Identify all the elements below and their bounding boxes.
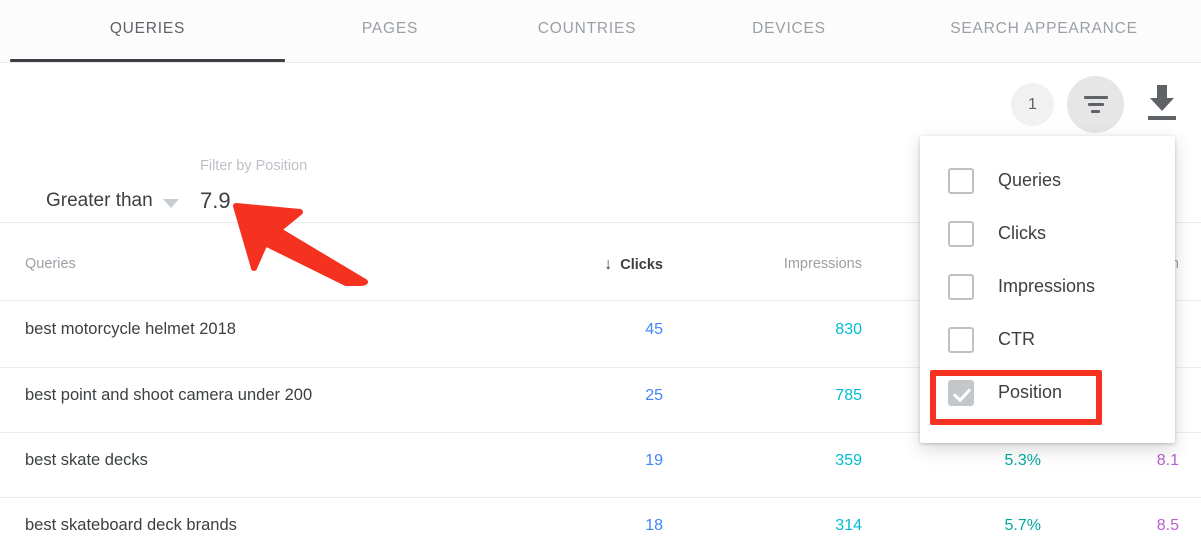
- tab-pages[interactable]: PAGES: [295, 0, 485, 62]
- active-filter-count-value: 1: [1028, 95, 1037, 113]
- checkbox-queries[interactable]: [948, 167, 974, 194]
- tab-queries[interactable]: QUERIES: [0, 0, 295, 62]
- cell-impressions: 314: [835, 517, 862, 534]
- checkbox-clicks[interactable]: [948, 220, 974, 247]
- cell-ctr: 5.3%: [1004, 452, 1041, 469]
- dropdown-item-queries[interactable]: Queries: [920, 154, 1175, 207]
- dropdown-item-position-label: Position: [998, 382, 1063, 402]
- filter-value-input[interactable]: 7.9: [200, 188, 231, 214]
- column-header-impressions[interactable]: Impressions: [784, 256, 862, 272]
- cell-impressions: 830: [835, 321, 862, 338]
- cell-clicks: 19: [645, 452, 663, 469]
- tab-devices-label: DEVICES: [752, 20, 826, 37]
- report-tab-bar: QUERIES PAGES COUNTRIES DEVICES SEARCH A…: [0, 0, 1201, 63]
- sort-descending-icon: ↓: [604, 256, 613, 273]
- column-header-clicks[interactable]: ↓ Clicks: [604, 256, 663, 274]
- table-row[interactable]: best skateboard deck brands 18 314 5.7% …: [0, 498, 1201, 552]
- cell-clicks: 18: [645, 517, 663, 534]
- dropdown-item-clicks[interactable]: Clicks: [920, 207, 1175, 260]
- cell-position: 8.5: [1156, 517, 1179, 534]
- cell-query[interactable]: best point and shoot camera under 200: [25, 386, 312, 405]
- tab-pages-label: PAGES: [361, 20, 419, 37]
- cell-query[interactable]: best skateboard deck brands: [25, 516, 237, 535]
- column-header-queries[interactable]: Queries: [25, 256, 76, 272]
- tab-search-appearance[interactable]: SEARCH APPEARANCE: [889, 0, 1199, 62]
- tab-list: QUERIES PAGES COUNTRIES DEVICES SEARCH A…: [0, 0, 1199, 62]
- cell-query[interactable]: best skate decks: [25, 451, 148, 470]
- checkbox-impressions[interactable]: [948, 273, 974, 300]
- cell-ctr: 5.7%: [1004, 517, 1041, 534]
- tab-countries[interactable]: COUNTRIES: [485, 0, 689, 62]
- tab-search-appearance-label: SEARCH APPEARANCE: [950, 20, 1138, 37]
- column-header-clicks-label: Clicks: [620, 257, 663, 273]
- dropdown-item-queries-label: Queries: [998, 170, 1062, 190]
- search-console-performance-report: QUERIES PAGES COUNTRIES DEVICES SEARCH A…: [0, 0, 1201, 552]
- cell-query[interactable]: best motorcycle helmet 2018: [25, 320, 236, 339]
- filter-caption: Filter by Position: [200, 158, 308, 174]
- active-filter-count-badge[interactable]: 1: [1011, 83, 1054, 126]
- dropdown-item-impressions-label: Impressions: [998, 276, 1096, 296]
- dropdown-item-ctr-label: CTR: [998, 329, 1035, 349]
- cell-clicks: 45: [645, 321, 663, 338]
- dropdown-item-position[interactable]: Position: [920, 366, 1175, 419]
- dropdown-item-impressions[interactable]: Impressions: [920, 260, 1175, 313]
- cell-position: 8.1: [1156, 452, 1179, 469]
- active-tab-underline: [10, 59, 285, 62]
- filter-icon: [1083, 95, 1108, 114]
- download-button[interactable]: [1144, 85, 1180, 123]
- column-filter-button[interactable]: [1067, 76, 1124, 133]
- tab-queries-label: QUERIES: [109, 20, 186, 37]
- tab-countries-label: COUNTRIES: [537, 20, 637, 37]
- cell-impressions: 785: [835, 387, 862, 404]
- cell-impressions: 359: [835, 452, 862, 469]
- checkbox-position[interactable]: [948, 379, 974, 406]
- filter-operator-select[interactable]: Greater than: [46, 190, 153, 212]
- column-filter-dropdown: Queries Clicks Impressions CTR Position: [920, 136, 1175, 443]
- dropdown-item-ctr[interactable]: CTR: [920, 313, 1175, 366]
- dropdown-item-clicks-label: Clicks: [998, 223, 1046, 243]
- checkbox-ctr[interactable]: [948, 326, 974, 353]
- chevron-down-icon[interactable]: [163, 199, 179, 208]
- cell-clicks: 25: [645, 387, 663, 404]
- tab-devices[interactable]: DEVICES: [689, 0, 889, 62]
